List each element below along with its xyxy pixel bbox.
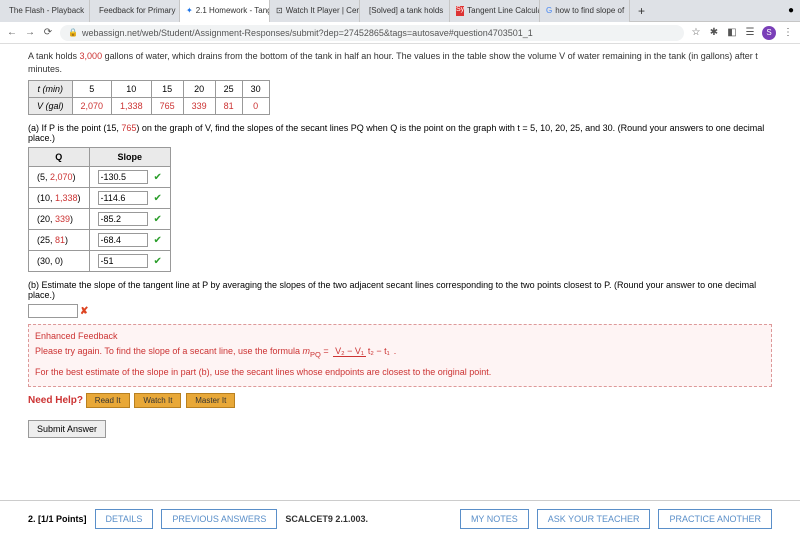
symbolab-icon: Sy (456, 6, 464, 16)
slope-input-2[interactable] (98, 212, 148, 226)
address-bar: ← → ⟳ 🔒webassign.net/web/Student/Assignm… (0, 22, 800, 44)
read-it-button[interactable]: Read It (86, 393, 130, 408)
cross-icon: ✘ (80, 306, 88, 317)
slope-table: QSlope (5, 2,070)✔ (10, 1,338)✔ (20, 339… (28, 147, 171, 272)
question-nav-bar: 2. [1/1 Points] DETAILS PREVIOUS ANSWERS… (0, 500, 800, 537)
my-notes-button[interactable]: MY NOTES (460, 509, 529, 529)
practice-another-button[interactable]: PRACTICE ANOTHER (658, 509, 772, 529)
previous-answers-button[interactable]: PREVIOUS ANSWERS (161, 509, 277, 529)
source-label: SCALCET9 2.1.003. (285, 514, 368, 524)
data-table: t (min)51015202530 V (gal)2,0701,3387653… (28, 80, 270, 115)
table-row: (10, 1,338)✔ (29, 188, 171, 209)
tab-2[interactable]: ✦2.1 Homework - Tang× (180, 0, 270, 22)
tab-5[interactable]: SyTangent Line Calcula× (450, 0, 540, 22)
page-content: A tank holds 3,000 gallons of water, whi… (0, 44, 800, 500)
table-row: (5, 2,070)✔ (29, 167, 171, 188)
table-row: (25, 81)✔ (29, 230, 171, 251)
star-icon[interactable]: ☆ (690, 27, 702, 39)
player-icon: ⊡ (276, 6, 283, 16)
slope-input-4[interactable] (98, 254, 148, 268)
problem-intro: A tank holds 3,000 gallons of water, whi… (28, 50, 772, 75)
submit-answer-button[interactable]: Submit Answer (28, 420, 106, 438)
table-row: (30, 0)✔ (29, 251, 171, 272)
reading-icon[interactable]: ☰ (744, 27, 756, 39)
part-a-label: (a) If P is the point (15, 765) on the g… (28, 123, 772, 143)
details-button[interactable]: DETAILS (95, 509, 154, 529)
tab-1[interactable]: Feedback for Primary× (90, 0, 180, 22)
back-icon[interactable]: ← (6, 27, 18, 39)
feedback-line2: For the best estimate of the slope in pa… (35, 366, 765, 380)
check-icon: ✔ (154, 172, 162, 183)
menu-icon[interactable]: ⋮ (782, 27, 794, 39)
part-b-input[interactable] (28, 304, 78, 318)
minimize-icon[interactable]: ● (782, 5, 800, 16)
url-input[interactable]: 🔒webassign.net/web/Student/Assignment-Re… (60, 25, 684, 41)
slope-input-0[interactable] (98, 170, 148, 184)
tab-0[interactable]: The Flash - Playback× (0, 0, 90, 22)
question-number: 2. [1/1 Points] (28, 514, 87, 524)
feedback-box: Enhanced Feedback Please try again. To f… (28, 324, 772, 387)
table-row: (20, 339)✔ (29, 209, 171, 230)
lock-icon: 🔒 (68, 28, 78, 37)
ask-teacher-button[interactable]: ASK YOUR TEACHER (537, 509, 651, 529)
check-icon: ✔ (154, 214, 162, 225)
forward-icon[interactable]: → (24, 27, 36, 39)
slope-input-3[interactable] (98, 233, 148, 247)
tab-strip: The Flash - Playback× Feedback for Prima… (0, 0, 800, 22)
new-tab-button[interactable]: + (630, 4, 653, 18)
reload-icon[interactable]: ⟳ (42, 27, 54, 39)
tab-4[interactable]: [Solved] a tank holds× (360, 0, 450, 22)
feedback-title: Enhanced Feedback (35, 331, 765, 341)
watch-it-button[interactable]: Watch It (134, 393, 181, 408)
avatar[interactable]: S (762, 26, 776, 40)
tab-6[interactable]: Ghow to find slope of× (540, 0, 630, 22)
extension-icon[interactable]: ✱ (708, 27, 720, 39)
google-icon: G (546, 6, 552, 16)
check-icon: ✔ (154, 256, 162, 267)
extension2-icon[interactable]: ◧ (726, 27, 738, 39)
check-icon: ✔ (154, 235, 162, 246)
feedback-line1: Please try again. To find the slope of a… (35, 345, 765, 360)
check-icon: ✔ (154, 193, 162, 204)
slope-input-1[interactable] (98, 191, 148, 205)
part-b-label: (b) Estimate the slope of the tangent li… (28, 280, 772, 300)
need-help-row: Need Help? Read It Watch It Master It (28, 393, 772, 408)
master-it-button[interactable]: Master It (186, 393, 235, 408)
tab-3[interactable]: ⊡Watch It Player | Cen× (270, 0, 360, 22)
webassign-icon: ✦ (186, 6, 193, 16)
